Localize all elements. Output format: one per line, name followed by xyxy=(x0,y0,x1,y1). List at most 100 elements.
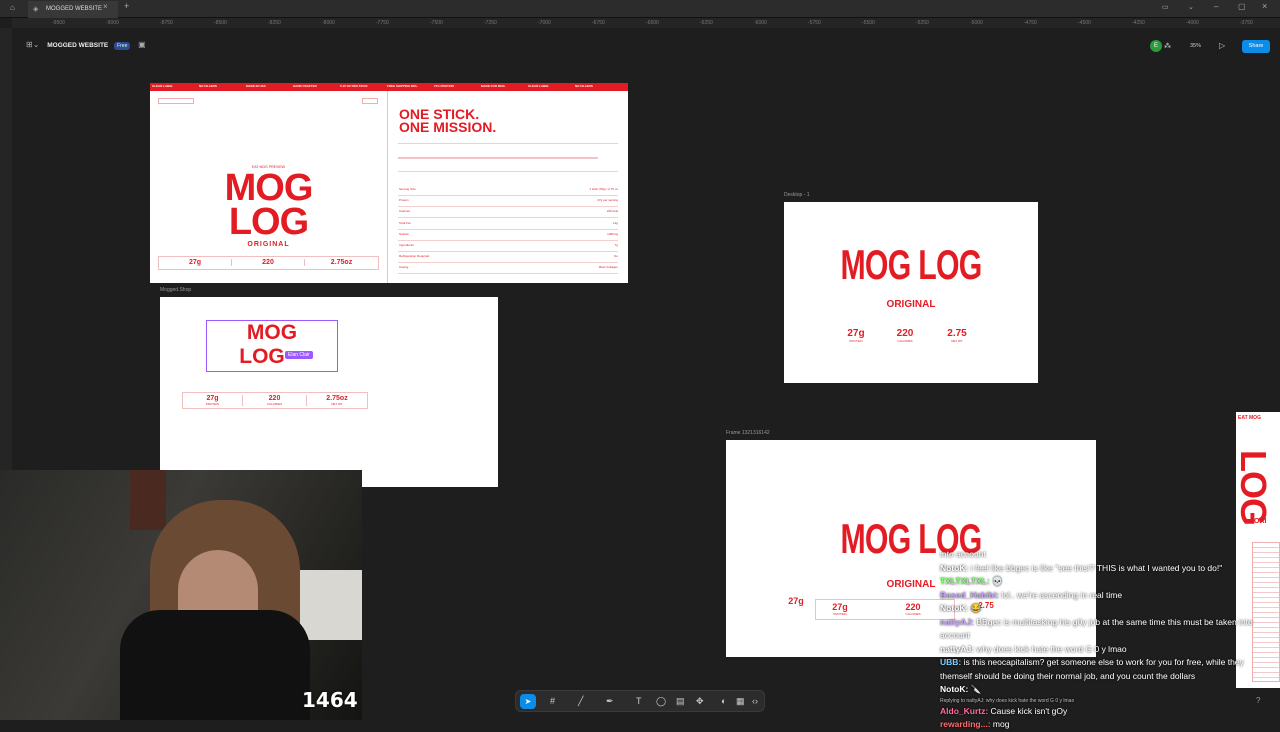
avatar[interactable]: E xyxy=(1150,40,1162,52)
spec-value: Beef Collagen xyxy=(599,265,618,270)
actions-icon[interactable]: ✥ xyxy=(696,696,704,707)
chat-username[interactable]: Aldo_Kurtz: xyxy=(940,706,991,716)
frame-label-frame[interactable]: Frame 1321316142 xyxy=(726,430,770,436)
chat-message: NotoK: 😂 xyxy=(940,602,1270,616)
design-mode-icon[interactable]: ◐ xyxy=(721,696,726,706)
product-subtitle: ORI xyxy=(1254,518,1267,525)
announcement-item: 27G PROTEIN xyxy=(434,84,454,88)
close-tab-icon[interactable]: × xyxy=(103,2,108,11)
present-icon[interactable]: ▷ xyxy=(1219,41,1225,50)
chat-text: why does kick hate the word G 0 y lmao xyxy=(976,643,1127,654)
product-page-frame[interactable]: CLEAN LABEL NO FILLERS MADE IN USA HAND CRA… xyxy=(150,83,628,283)
move-tool-icon[interactable]: ➤ xyxy=(520,694,536,709)
chat-message: TXLTXLTXL: 💀 xyxy=(940,575,1270,589)
chat-username[interactable]: TXLTXLTXL: xyxy=(940,576,992,586)
home-icon[interactable]: ⌂ xyxy=(10,3,15,12)
spec-row-divider xyxy=(398,206,618,208)
ruler-tick: -6250 xyxy=(700,20,713,26)
shape-tool-icon[interactable]: ╱ xyxy=(578,696,583,707)
stat-weight: 2.75 NET WT xyxy=(947,328,967,343)
prototype-mode-icon[interactable]: ▦ xyxy=(736,696,745,707)
tab-title: MOGGED WEBSITE xyxy=(46,6,103,12)
logo-line-1: MOG xyxy=(224,167,314,209)
chat-username[interactable]: rewarding...: xyxy=(940,719,993,729)
announcement-item: NO FILLERS xyxy=(575,84,593,88)
frame-tool-icon[interactable]: # xyxy=(550,696,555,706)
help-icon[interactable]: ? xyxy=(1256,696,1260,705)
collaborators-icon[interactable]: ⁂ xyxy=(1164,42,1171,50)
chevron-down-icon[interactable]: ⌄ xyxy=(1188,3,1194,11)
frame-label-shop[interactable]: Mogged.Shop xyxy=(160,287,191,293)
new-tab-icon[interactable]: + xyxy=(124,1,129,11)
close-window-icon[interactable]: × xyxy=(1262,1,1267,11)
text-tool-icon[interactable]: T xyxy=(636,696,642,706)
ruler-tick: -5250 xyxy=(916,20,929,26)
chat-text: Cause kick isn't gOy xyxy=(990,705,1068,716)
tag-box xyxy=(362,98,378,104)
spec-row-divider xyxy=(398,273,618,275)
panel-toggle-icon[interactable]: ▣ xyxy=(138,40,146,49)
stat-weight: 2.75oz NET WT xyxy=(326,395,348,406)
maximize-icon[interactable]: ▢ xyxy=(1238,2,1246,11)
stat-calories: 220 CALORIES xyxy=(905,602,921,616)
plan-badge: Free xyxy=(114,42,131,50)
stat-protein: 27g xyxy=(159,259,232,266)
stats-row: 27g 220 2.75oz xyxy=(158,256,379,270)
headline-line-2: ONE MISSION. xyxy=(399,119,497,135)
announcement-item: CLEAN LABEL xyxy=(528,84,550,88)
spec-row-divider xyxy=(398,195,618,196)
spec-label: Protein xyxy=(399,198,409,203)
desktop-frame[interactable]: MOG LOG ORIGINAL 27g PROTEIN 220 CALORIES … xyxy=(784,202,1038,383)
figma-file-icon: ◈ xyxy=(33,6,39,13)
shop-frame[interactable]: MOG LOG Elan Clair 27g PROTEIN 220 CALORIE… xyxy=(160,297,498,487)
chat-text: 💀 xyxy=(992,576,1003,586)
chat-message: Aldo_Kurtz: Cause kick isn't gOy xyxy=(940,705,1270,719)
comment-tool-icon[interactable]: ◯ xyxy=(656,696,666,707)
column-divider xyxy=(387,91,388,283)
dev-mode-icon[interactable]: ‹› xyxy=(752,696,758,706)
chat-username[interactable]: NotoK: xyxy=(940,684,971,694)
chat-username[interactable]: nattyAJ: xyxy=(940,644,976,654)
ruler-tick: -7750 xyxy=(376,20,389,26)
spec-label: Total Fat xyxy=(399,220,411,225)
spec-value: No xyxy=(614,254,618,259)
spec-value: 1 stick (78g) / 2.75 oz xyxy=(589,187,618,191)
file-name[interactable]: MOGGED WEBSITE xyxy=(47,42,108,49)
pen-tool-icon[interactable]: ✒ xyxy=(606,696,614,707)
zoom-level[interactable]: 35% xyxy=(1190,43,1201,49)
bottom-toolbar: ➤ # ╱ ✒ T ◯ ▤ ✥ ◐ ▦ ‹› xyxy=(515,690,765,712)
notifications-icon[interactable]: ▭ xyxy=(1162,3,1169,11)
stat-calories: 220 CALORIES xyxy=(896,328,914,343)
chat-username[interactable]: UBB: xyxy=(940,657,964,667)
streamer-shirt xyxy=(120,610,310,720)
announcement-item: 5.15 OZ PER STICK xyxy=(340,84,368,88)
frame-label-desktop[interactable]: Desktop - 1 xyxy=(784,192,810,198)
spec-value: 7g xyxy=(614,243,618,247)
chat-username[interactable]: Based_Habibi: xyxy=(940,590,1001,600)
ruler-tick: -8250 xyxy=(268,20,281,26)
product-subtitle: ORIGINAL xyxy=(247,241,290,248)
spec-row-divider xyxy=(398,239,618,241)
spec-row-divider xyxy=(398,217,618,219)
stats-row: 27g PROTEIN 220 CALORIES xyxy=(815,599,955,620)
stat-protein: 27g PROTEIN xyxy=(847,328,865,343)
ruler-tick: -4500 xyxy=(1078,20,1091,26)
minimize-icon[interactable]: – xyxy=(1214,2,1218,11)
ruler-tick: -4750 xyxy=(1024,20,1037,26)
share-button[interactable]: Share xyxy=(1242,40,1270,53)
chat-username[interactable]: NotoK: xyxy=(940,563,971,573)
chat-text: Replying to nattyAJ: why does kick hate … xyxy=(940,697,1075,704)
viewer-count: 1464 xyxy=(302,688,358,712)
stat-calories: 220 CALORIES xyxy=(243,395,307,406)
chat-username[interactable]: nattyAJ: xyxy=(940,617,976,627)
resources-icon[interactable]: ▤ xyxy=(676,696,685,707)
ruler-tick: -9000 xyxy=(106,20,119,26)
horizontal-ruler: -9500 -9000 -8750 -8500 -8250 -8000 -7750 -7500… xyxy=(12,18,1280,28)
chat-message: NotoK: 🔪 xyxy=(940,683,1270,697)
selected-logo-box[interactable]: MOG LOG Elan Clair xyxy=(206,320,338,372)
ruler-tick: -5750 xyxy=(808,20,821,26)
main-menu-icon[interactable]: ⊞⌄ xyxy=(26,40,39,49)
chat-message: NotoK: i feel like bbgec is like "see th… xyxy=(940,562,1270,576)
chat-username[interactable]: NotoK: xyxy=(940,603,971,613)
announcement-item: CLEAN LABEL xyxy=(152,84,174,88)
